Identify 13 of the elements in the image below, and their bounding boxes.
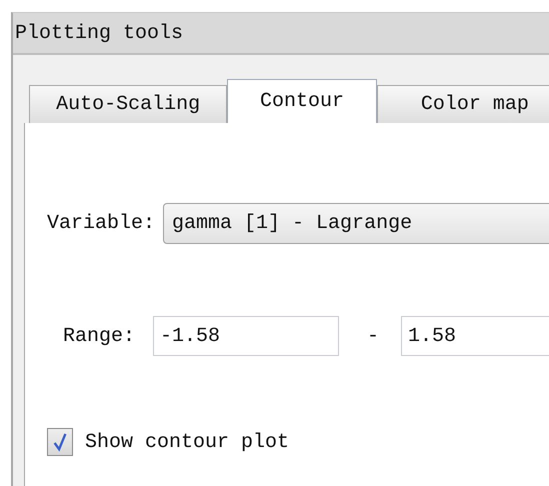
range-max-field[interactable]: 1.58: [401, 316, 549, 356]
tab[interactable]: Color map: [376, 85, 549, 123]
tab[interactable]: Auto-Scaling: [29, 85, 228, 123]
variable-dropdown[interactable]: gamma [1] - Lagrange: [163, 203, 549, 244]
range-separator: -: [367, 324, 380, 348]
checkbox[interactable]: [47, 428, 73, 456]
tab[interactable]: Contour: [227, 79, 377, 123]
checkbox-label: Show contour plot: [85, 430, 290, 454]
range-label: Range:: [63, 324, 136, 348]
variable-label: Variable:: [47, 212, 156, 235]
range-min-field[interactable]: -1.58: [153, 316, 340, 356]
window-title: Plotting tools: [15, 22, 184, 44]
checkmark-icon: [51, 431, 69, 453]
